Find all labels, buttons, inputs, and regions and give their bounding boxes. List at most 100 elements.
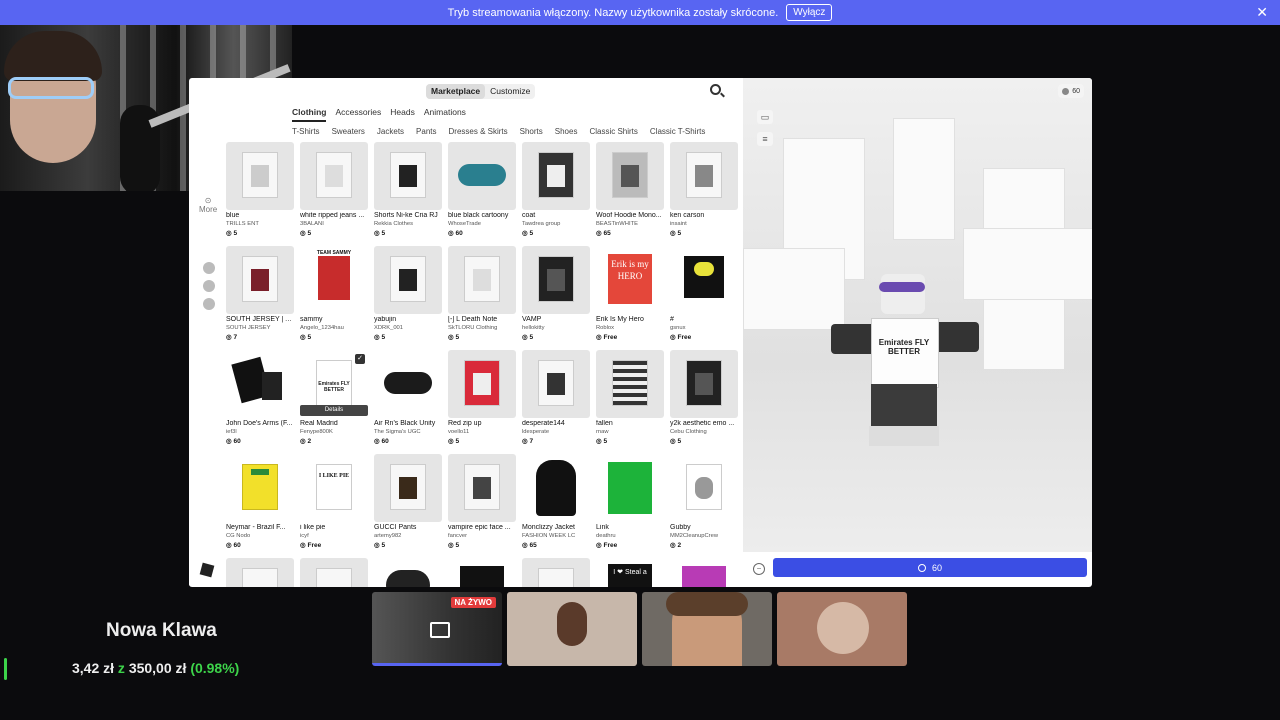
item-creator: The Sigma's UGC <box>374 429 421 435</box>
catalog-item[interactable] <box>226 558 294 587</box>
item-name: Woof Hoodie Mono... <box>596 212 662 219</box>
catalog-item[interactable]: Link deathru ◎ Free <box>596 454 664 554</box>
tab-heads[interactable]: Heads <box>390 107 415 122</box>
catalog-item[interactable]: Shorts Ni-ke Cria RJ Rekkia Clothes ◎ 5 <box>374 142 442 242</box>
catalog-item[interactable]: GUCCI Pants artemy982 ◎ 5 <box>374 454 442 554</box>
item-name: Gubby <box>670 524 691 531</box>
roblox-logo-icon[interactable] <box>199 562 215 578</box>
friend-avatar[interactable] <box>203 298 215 310</box>
catalog-item[interactable]: white ripped jeans ... 3BALANI ◎ 5 <box>300 142 368 242</box>
catalog-item[interactable] <box>374 558 442 587</box>
catalog-item[interactable]: fallen rnaw ◎ 5 <box>596 350 664 450</box>
close-icon[interactable]: ✕ <box>1256 4 1268 21</box>
catalog-item[interactable]: Woof Hoodie Mono... BEASTinWHITE ◎ 65 <box>596 142 664 242</box>
catalog-item[interactable]: John Doe's Arms (F... ief3l ◎ 60 <box>226 350 294 450</box>
catalog-item[interactable]: yabujin XDRK_001 ◎ 5 <box>374 246 442 346</box>
catalog-item[interactable]: [-] L Death Note SkTLORU Clothing ◎ 5 <box>448 246 516 346</box>
friend-avatar[interactable] <box>203 262 215 274</box>
item-creator: Tawdrea group <box>522 221 561 227</box>
item-thumbnail <box>522 246 590 314</box>
item-creator: Rekkia Clothes <box>374 221 413 227</box>
item-creator: insaint <box>670 221 687 227</box>
subcat-classic-shirts[interactable]: Classic Shirts <box>589 127 637 136</box>
mode-toggle: Marketplace Customize <box>426 84 536 99</box>
catalog-item[interactable]: VAMP hellokitty ◎ 5 <box>522 246 590 346</box>
tab-customize[interactable]: Customize <box>485 84 535 99</box>
item-thumbnail <box>374 246 442 314</box>
item-creator: WhoseTrade <box>448 221 481 227</box>
catalog-item[interactable]: TEAM SAMMY sammy Angelo_1234hau ◎ 5 <box>300 246 368 346</box>
camera-icon[interactable]: ▭ <box>757 110 773 124</box>
friend-avatar[interactable] <box>203 280 215 292</box>
item-name: y2k aesthetic emo ... <box>670 420 735 427</box>
goal-title: Nowa Klawa <box>106 620 217 641</box>
catalog-item[interactable]: I ❤ Steal a <box>596 558 664 587</box>
catalog-item[interactable]: Monclizzy Jacket FASHION WEEK LC ◎ 65 <box>522 454 590 554</box>
selected-check-icon: ✓ <box>355 354 365 364</box>
disable-streaming-button[interactable]: Wyłącz <box>786 4 833 21</box>
catalog-item[interactable]: coat Tawdrea group ◎ 5 <box>522 142 590 242</box>
item-thumbnail <box>596 142 664 210</box>
tab-animations[interactable]: Animations <box>424 107 466 122</box>
catalog-item[interactable]: # gsnux ◎ Free <box>670 246 738 346</box>
item-price: ◎ 5 <box>522 334 534 341</box>
catalog-item[interactable] <box>522 558 590 587</box>
item-price: ◎ 60 <box>226 438 241 445</box>
buy-button[interactable]: 60 <box>773 558 1087 577</box>
subcat-shoes[interactable]: Shoes <box>555 127 578 136</box>
search-icon[interactable] <box>710 84 721 95</box>
robux-icon <box>917 563 926 572</box>
subcat-jackets[interactable]: Jackets <box>377 127 404 136</box>
item-price: ◎ 5 <box>448 438 460 445</box>
details-button[interactable]: Details <box>300 405 368 416</box>
catalog-item[interactable]: desperate144 ldesperate ◎ 7 <box>522 350 590 450</box>
tab-accessories[interactable]: Accessories <box>335 107 381 122</box>
catalog-item[interactable]: I LIKE PIE i like pie icyf ◎ Free <box>300 454 368 554</box>
item-name: ken carson <box>670 212 705 219</box>
avatar-preview[interactable]: 60 ▭ ≡ Emirates FLY BETTER <box>743 78 1092 552</box>
zoom-out-icon[interactable]: − <box>753 563 765 575</box>
item-thumbnail <box>374 350 442 418</box>
catalog-item[interactable]: Gubby MM2CleanupCrew ◎ 2 <box>670 454 738 554</box>
more-button[interactable]: ⊙ More <box>199 196 217 214</box>
subcat-sweaters[interactable]: Sweaters <box>332 127 365 136</box>
catalog-item-selected[interactable]: Emirates FLY BETTER ✓ Details Real Madri… <box>300 350 368 450</box>
catalog-item[interactable]: Erik is my HERO Erik Is My Hero Roblox ◎… <box>596 246 664 346</box>
robux-balance[interactable]: 60 <box>1058 84 1084 98</box>
catalog-item[interactable]: y2k aesthetic emo ... Cebu Clothing ◎ 5 <box>670 350 738 450</box>
catalog-item[interactable] <box>448 558 516 587</box>
subcat-classic-tshirts[interactable]: Classic T-Shirts <box>650 127 705 136</box>
item-creator: SOUTH JERSEY <box>226 325 271 331</box>
catalog-item[interactable]: SOUTH JERSEY | Ar... SOUTH JERSEY ◎ 7 <box>226 246 294 346</box>
subcat-shorts[interactable]: Shorts <box>520 127 543 136</box>
catalog-item[interactable]: Red zip up voello11 ◎ 5 <box>448 350 516 450</box>
participant-tile[interactable] <box>642 592 772 666</box>
catalog-item[interactable]: vampire epic face ... fancver ◎ 5 <box>448 454 516 554</box>
item-thumbnail <box>448 142 516 210</box>
item-thumbnail <box>226 246 294 314</box>
tab-clothing[interactable]: Clothing <box>292 107 327 122</box>
subcat-dresses-skirts[interactable]: Dresses & Skirts <box>449 127 508 136</box>
screen-share-tile[interactable]: NA ŻYWO <box>372 592 502 666</box>
item-name: vampire epic face ... <box>448 524 511 531</box>
catalog-item[interactable] <box>670 558 738 587</box>
item-name: Red zip up <box>448 420 482 427</box>
settings-sliders-icon[interactable]: ≡ <box>757 132 773 146</box>
catalog-item[interactable]: Air Rn's Black Unity The Sigma's UGC ◎ 6… <box>374 350 442 450</box>
item-name: VAMP <box>522 316 542 323</box>
subcat-pants[interactable]: Pants <box>416 127 436 136</box>
participant-tile[interactable] <box>777 592 907 666</box>
item-name: SOUTH JERSEY | Ar... <box>226 316 294 323</box>
item-price: ◎ 2 <box>670 542 682 549</box>
subcat-tshirts[interactable]: T-Shirts <box>292 127 320 136</box>
participant-tile[interactable] <box>507 592 637 666</box>
catalog-item[interactable] <box>300 558 368 587</box>
catalog-item[interactable]: blue TRILLS ENT ◎ 5 <box>226 142 294 242</box>
catalog-item[interactable]: blue black cartoony WhoseTrade ◎ 60 <box>448 142 516 242</box>
item-price: ◎ 5 <box>374 230 386 237</box>
item-creator: voello11 <box>448 429 470 435</box>
catalog-item[interactable]: ken carson insaint ◎ 5 <box>670 142 738 242</box>
tab-marketplace[interactable]: Marketplace <box>426 84 486 99</box>
catalog-item[interactable]: Neymar - Brazil F... CG Nodo ◎ 60 <box>226 454 294 554</box>
item-thumbnail <box>374 142 442 210</box>
